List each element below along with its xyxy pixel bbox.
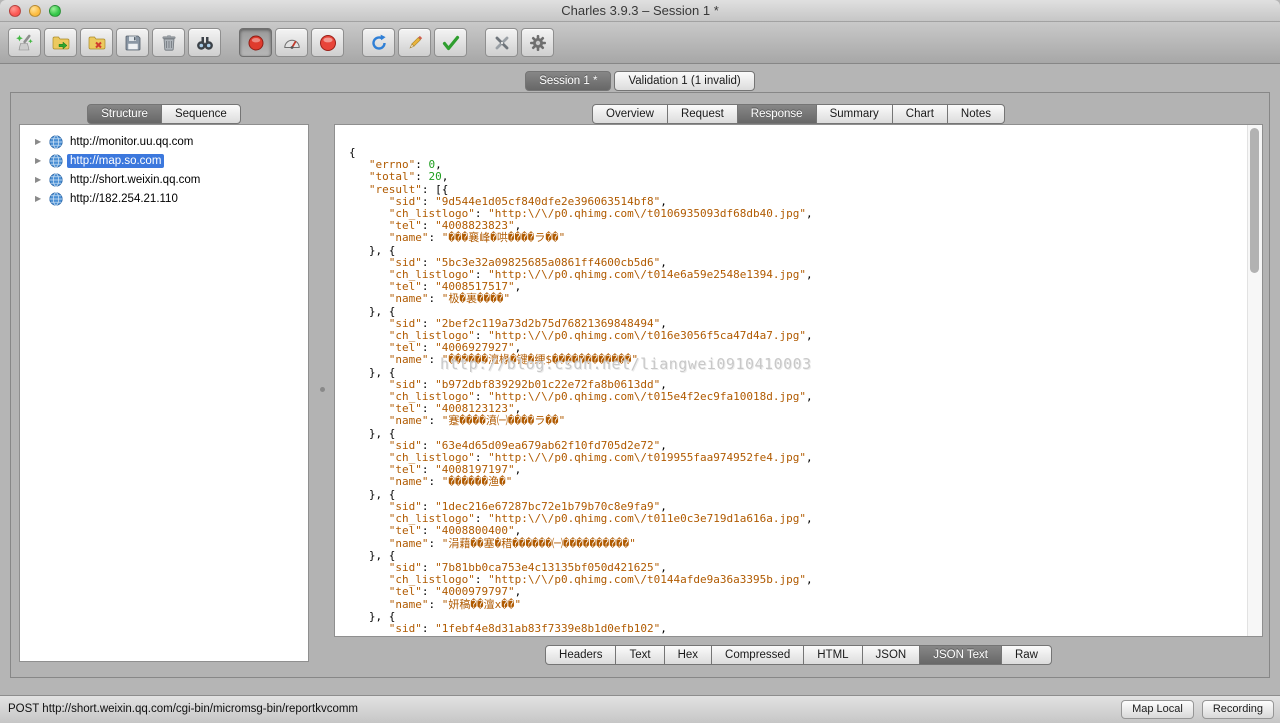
clear-session-button[interactable] [8, 28, 41, 57]
edit-button[interactable] [398, 28, 431, 57]
scrollbar-thumb[interactable] [1250, 128, 1259, 273]
sidebar-tab-bar: Structure Sequence [19, 104, 309, 124]
structure-tree: ▶ http://monitor.uu.qq.com ▶ http://map.… [19, 124, 309, 662]
tab-chart[interactable]: Chart [891, 104, 948, 124]
tools-button[interactable] [485, 28, 518, 57]
detail-tab-bar: Overview Request Response Summary Chart … [334, 104, 1263, 124]
toolbar-group-actions [362, 28, 467, 57]
binoculars-icon [196, 36, 213, 50]
repeat-button[interactable] [362, 28, 395, 57]
map-local-button[interactable]: Map Local [1121, 700, 1194, 719]
toolbar-group-session [8, 28, 221, 57]
main-area: Structure Sequence ▶ http://monitor.uu.q… [10, 92, 1270, 678]
disclosure-triangle-icon[interactable]: ▶ [35, 175, 48, 184]
broom-icon [15, 34, 33, 50]
folder-open-icon [52, 36, 69, 49]
status-request-text: POST http://short.weixin.qq.com/cgi-bin/… [8, 703, 359, 715]
charles-window: { "window": { "title": "Charles 3.9.3 – … [0, 0, 1280, 723]
trash-icon [161, 34, 175, 51]
json-content: { "errno": 0, "total": 20, "result": [{ … [349, 146, 813, 635]
disclosure-triangle-icon[interactable]: ▶ [35, 156, 48, 165]
tree-item[interactable]: ▶ http://short.weixin.qq.com [20, 170, 308, 189]
validate-button[interactable] [434, 28, 467, 57]
toolbar-group-recording [239, 28, 344, 57]
status-buttons: Map Local Recording [1121, 700, 1274, 719]
tab-text[interactable]: Text [615, 645, 665, 665]
tab-html[interactable]: HTML [803, 645, 863, 665]
vertical-scrollbar[interactable] [1247, 125, 1262, 636]
watermark-text: http://blog.csdn.net/liangwei0910410003 [440, 355, 812, 373]
tree-item-label: http://182.254.21.110 [70, 192, 178, 205]
tab-validation-1[interactable]: Validation 1 (1 invalid) [614, 71, 755, 91]
globe-icon [49, 134, 63, 149]
tab-hex[interactable]: Hex [663, 645, 713, 665]
breakpoints-button[interactable] [311, 28, 344, 57]
tab-sequence[interactable]: Sequence [160, 104, 241, 124]
toolbar-group-config [485, 28, 554, 57]
tab-raw[interactable]: Raw [1000, 645, 1052, 665]
tab-structure[interactable]: Structure [87, 104, 162, 124]
tree-item-label: http://map.so.com [67, 153, 165, 168]
floppy-icon [125, 35, 140, 50]
check-icon [442, 35, 459, 50]
record-button[interactable] [239, 28, 272, 57]
tab-notes[interactable]: Notes [946, 104, 1005, 124]
tab-session-1[interactable]: Session 1 * [525, 71, 612, 91]
find-button[interactable] [188, 28, 221, 57]
response-format-tab-bar: Headers Text Hex Compressed HTML JSON JS… [334, 645, 1263, 665]
tab-json-text[interactable]: JSON Text [919, 645, 1002, 665]
pencil-icon [408, 35, 422, 49]
window-title: Charles 3.9.3 – Session 1 * [561, 3, 719, 18]
status-bar: POST http://short.weixin.qq.com/cgi-bin/… [0, 695, 1280, 723]
breakpoint-icon [319, 34, 336, 51]
tab-request[interactable]: Request [666, 104, 738, 124]
save-session-button[interactable] [116, 28, 149, 57]
delete-button[interactable] [152, 28, 185, 57]
tree-item-label: http://short.weixin.qq.com [70, 173, 201, 186]
tree-item-selected[interactable]: ▶ http://map.so.com [20, 151, 308, 170]
tab-response[interactable]: Response [736, 104, 817, 124]
export-session-button[interactable] [80, 28, 113, 57]
wrench-icon [495, 36, 508, 49]
globe-icon [49, 153, 63, 168]
folder-export-icon [88, 36, 105, 49]
tab-compressed[interactable]: Compressed [711, 645, 805, 665]
tab-json[interactable]: JSON [861, 645, 921, 665]
splitter-handle[interactable] [320, 387, 325, 392]
tree-item[interactable]: ▶ http://monitor.uu.qq.com [20, 132, 308, 151]
toolbar [0, 22, 1280, 64]
settings-button[interactable] [521, 28, 554, 57]
disclosure-triangle-icon[interactable]: ▶ [35, 137, 48, 146]
titlebar[interactable]: Charles 3.9.3 – Session 1 * [0, 0, 1280, 22]
globe-icon [49, 191, 63, 206]
globe-icon [49, 172, 63, 187]
tab-summary[interactable]: Summary [815, 104, 893, 124]
open-session-button[interactable] [44, 28, 77, 57]
tree-item-label: http://monitor.uu.qq.com [70, 135, 194, 148]
throttle-button[interactable] [275, 28, 308, 57]
repeat-icon [371, 34, 386, 50]
disclosure-triangle-icon[interactable]: ▶ [35, 194, 48, 203]
gear-icon [529, 34, 546, 51]
gauge-icon [283, 39, 300, 49]
record-icon [248, 35, 263, 50]
session-tab-bar: Session 1 * Validation 1 (1 invalid) [0, 71, 1280, 91]
response-body-panel: { "errno": 0, "total": 20, "result": [{ … [334, 124, 1263, 637]
tab-overview[interactable]: Overview [592, 104, 668, 124]
recording-button[interactable]: Recording [1201, 700, 1274, 719]
tab-headers[interactable]: Headers [545, 645, 617, 665]
tree-item[interactable]: ▶ http://182.254.21.110 [20, 189, 308, 208]
